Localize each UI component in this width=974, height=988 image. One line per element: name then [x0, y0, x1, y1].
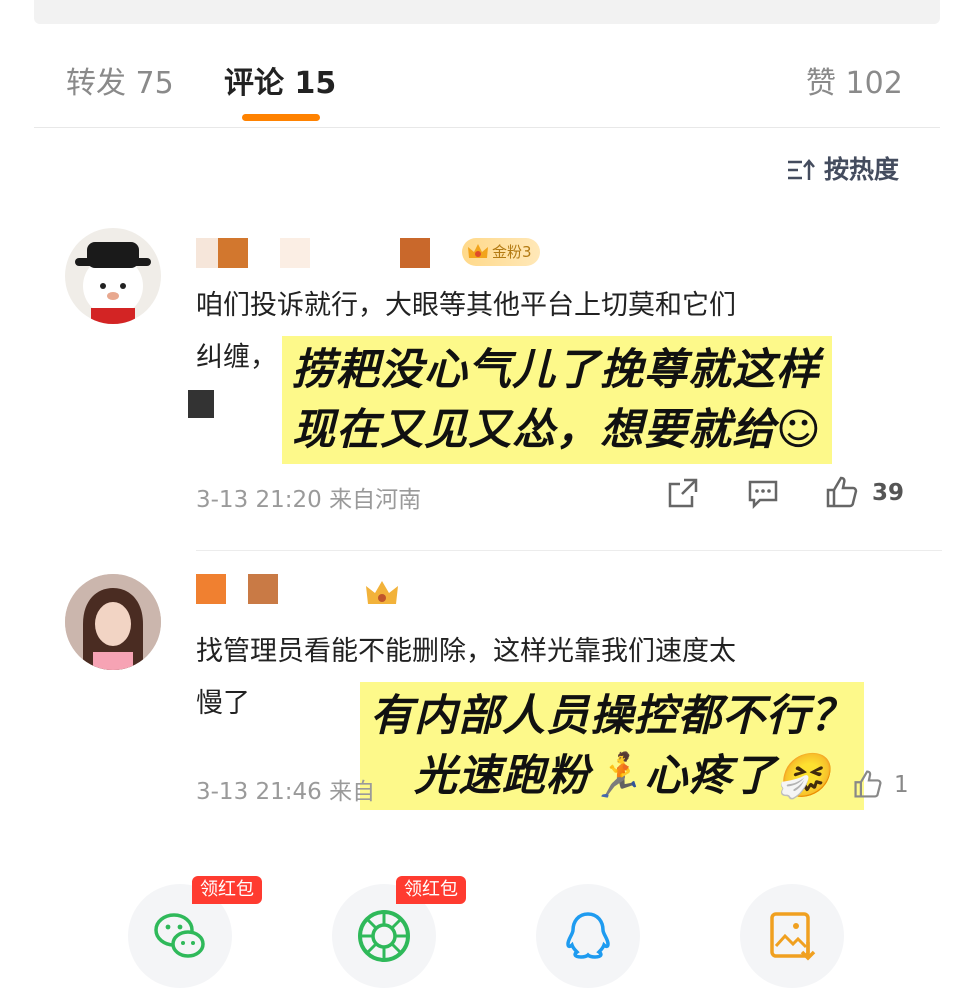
like-count: 1 — [894, 772, 909, 798]
caption-overlay: 捞耙没心气儿了挽尊就这样 现在又见又怂，想要就给☺ — [282, 336, 832, 464]
comment-icon[interactable] — [746, 478, 780, 514]
sort-label: 按热度 — [824, 155, 900, 184]
tab-like[interactable]: 赞 102 — [806, 58, 903, 102]
comment-meta: 3-13 21:46 来自 — [196, 779, 376, 805]
qq-icon — [566, 912, 610, 959]
wechat-icon — [154, 913, 205, 958]
caption-overlay: 有内部人员操控都不行？ 光速跑粉🏃心疼了🤧 — [360, 682, 864, 810]
tab-comment[interactable]: 评论 15 — [224, 58, 336, 102]
sort-icon — [786, 158, 816, 188]
sort-button[interactable]: 按热度 — [786, 150, 899, 188]
like-icon[interactable] — [852, 768, 884, 804]
save-image-icon — [770, 912, 816, 961]
divider — [34, 127, 940, 128]
like-icon[interactable] — [824, 474, 860, 514]
comment-separator — [196, 550, 942, 551]
share-icon[interactable] — [666, 476, 700, 514]
red-packet-badge[interactable]: 领红包 — [192, 876, 262, 904]
comment-meta: 3-13 21:20 来自河南 — [196, 487, 422, 513]
avatar[interactable] — [65, 574, 161, 670]
fan-level-badge: 金粉3 — [462, 238, 540, 266]
top-card-edge — [34, 0, 940, 24]
like-count: 39 — [872, 480, 905, 506]
moments-icon — [358, 910, 410, 962]
tab-bar: 转发 75 评论 15 赞 102 — [0, 50, 974, 121]
tab-repost[interactable]: 转发 75 — [66, 58, 174, 102]
share-qq-button[interactable] — [536, 884, 640, 988]
masked-emoji — [188, 390, 214, 418]
avatar[interactable] — [65, 228, 161, 324]
crown-icon — [364, 578, 400, 614]
red-packet-badge[interactable]: 领红包 — [396, 876, 466, 904]
active-tab-indicator — [242, 114, 320, 121]
save-image-button[interactable] — [740, 884, 844, 988]
crown-icon — [466, 240, 490, 264]
